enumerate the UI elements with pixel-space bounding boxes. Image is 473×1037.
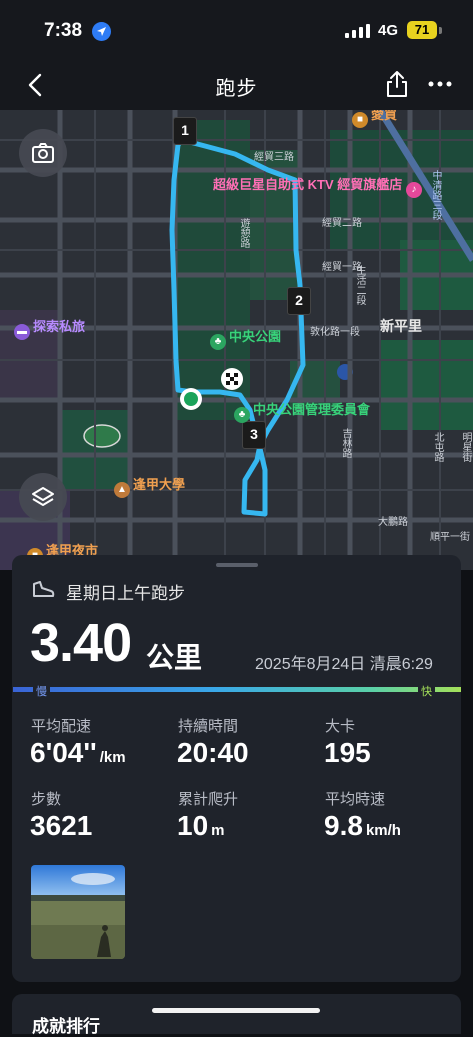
route-marker-1[interactable]: 1 xyxy=(173,117,197,145)
achievements-title: 成就排行 xyxy=(32,1017,100,1036)
poi-inn[interactable]: ▬ 探索私旅 xyxy=(14,316,85,340)
stat-label-elevation-gain: 累計爬升 xyxy=(178,791,239,808)
running-shoe-icon xyxy=(33,581,55,597)
distance-value: 3.40 xyxy=(30,613,132,673)
poi-park[interactable]: ♣ 中央公園 xyxy=(210,326,281,350)
stat-value-elevation-gain: 10 m xyxy=(177,810,225,841)
home-indicator[interactable] xyxy=(152,1008,320,1013)
route-map[interactable]: 1 2 3 超級巨星自助式 KTV 經貿旗艦店 ♪ ♣ 中央公園 ♣ 中央公園管理委… xyxy=(0,110,473,570)
road-label: 敦化路一段 xyxy=(310,327,360,338)
status-bar: 7:38 4G 71 xyxy=(0,0,473,62)
route-marker-2[interactable]: 2 xyxy=(287,287,311,315)
poi-park-committee[interactable]: ♣ 中央公園管理委員會 xyxy=(234,399,370,423)
tree-icon: ♣ xyxy=(210,334,226,350)
activity-photo[interactable] xyxy=(31,865,125,959)
stat-value-avg-speed: 9.8 km/h xyxy=(324,810,401,841)
status-time: 7:38 xyxy=(44,20,83,41)
stat-value-calories: 195 xyxy=(324,737,371,768)
road-label: 吉林路 xyxy=(340,428,351,458)
location-arrow-icon xyxy=(92,22,111,41)
finish-flag-icon xyxy=(221,368,243,390)
drag-handle[interactable] xyxy=(216,563,258,567)
shop-icon: ■ xyxy=(352,112,368,128)
activity-title: 星期日上午跑步 xyxy=(66,584,185,603)
share-icon[interactable] xyxy=(385,70,409,98)
pace-slow-label: 慢 xyxy=(33,683,50,699)
camera-icon xyxy=(32,143,54,163)
mic-icon: ♪ xyxy=(405,182,422,198)
route-marker-3[interactable]: 3 xyxy=(242,421,266,449)
stat-value-duration: 20:40 xyxy=(177,737,249,768)
road-label: 經貿二路 xyxy=(322,218,362,229)
road-label: 大鵬路 xyxy=(378,517,408,528)
signal-icon xyxy=(345,24,370,38)
stat-value-avg-pace: 6'04''/km xyxy=(30,737,126,768)
tree-icon: ♣ xyxy=(234,407,250,423)
pace-gradient-bar xyxy=(13,687,461,692)
more-icon[interactable] xyxy=(428,80,452,88)
distance-unit: 公里 xyxy=(146,642,203,673)
layers-icon xyxy=(32,487,54,506)
road-label: 經貿三路 xyxy=(254,152,294,163)
map-camera-button[interactable] xyxy=(19,129,67,177)
stat-label-avg-speed: 平均時速 xyxy=(325,791,386,808)
road-label: 明星街 xyxy=(460,432,471,462)
photo-thumbnail xyxy=(31,865,125,959)
district-label: 新平里 xyxy=(380,318,422,334)
battery-tip xyxy=(439,27,442,34)
road-label: 中清路三段 xyxy=(430,170,441,220)
poi-top[interactable]: ■ 愛買 xyxy=(352,110,397,128)
stat-label-duration: 持續時間 xyxy=(178,718,239,735)
stat-label-steps: 步數 xyxy=(31,791,62,808)
map-layers-button[interactable] xyxy=(19,473,67,521)
graduation-cap-icon: ▲ xyxy=(114,482,130,498)
stat-label-calories: 大卡 xyxy=(325,718,356,735)
poi-university[interactable]: ▲ 逢甲大學 xyxy=(114,474,185,498)
activity-datetime: 2025年8月24日 清晨6:29 xyxy=(255,656,433,673)
poi-ktv[interactable]: 超級巨星自助式 KTV 經貿旗艦店 ♪ xyxy=(213,174,425,198)
road-label: 生活二段 xyxy=(354,265,365,305)
stat-label-avg-pace: 平均配速 xyxy=(31,718,92,735)
start-point xyxy=(180,388,202,410)
bed-icon: ▬ xyxy=(14,324,30,340)
road-label: 遊憩路 xyxy=(238,218,249,248)
stat-value-steps: 3621 xyxy=(30,810,93,841)
road-label: 北屯路 xyxy=(432,432,443,462)
battery-icon: 71 xyxy=(407,21,437,39)
network-type: 4G xyxy=(378,22,399,39)
pace-fast-label: 快 xyxy=(418,683,435,699)
road-label: 順平一街 xyxy=(430,532,470,543)
nav-bar: 跑步 xyxy=(0,62,473,110)
